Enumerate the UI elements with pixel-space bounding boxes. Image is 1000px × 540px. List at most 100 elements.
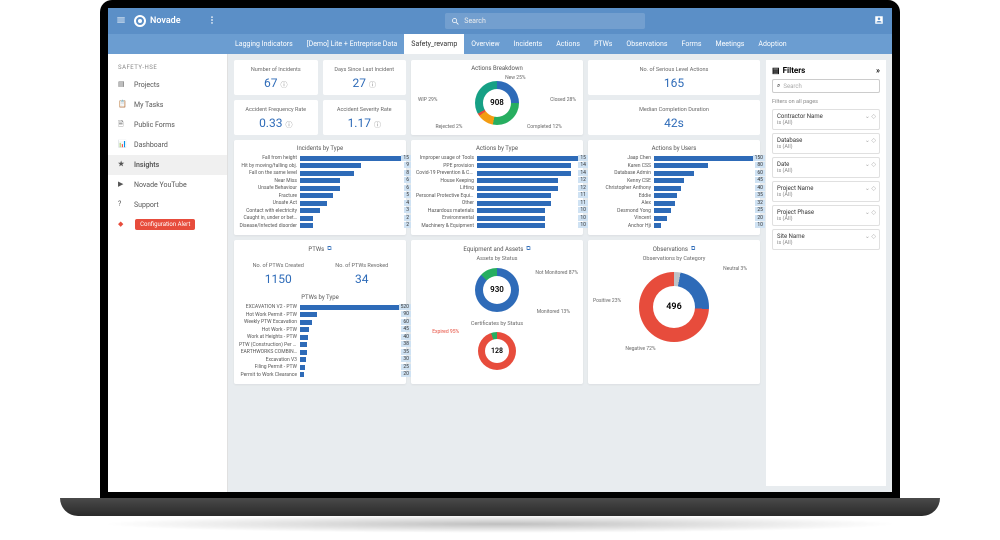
tab-ptws[interactable]: PTWs	[587, 34, 619, 54]
bar-row: Improper usage of Tools15	[416, 155, 578, 161]
folder-icon: ▤	[118, 80, 128, 90]
seg-pos: Positive 23%	[593, 298, 621, 304]
chevron-down-icon[interactable]: ⌄	[865, 185, 870, 192]
clear-icon[interactable]: ◇	[871, 233, 876, 240]
bar-row: EARTHWORKS COMBIN…35	[239, 349, 401, 355]
sidebar-item-projects[interactable]: ▤Projects	[108, 75, 227, 95]
kpi-label: Days Since Last Incident	[327, 64, 403, 76]
tab-forms[interactable]: Forms	[675, 34, 709, 54]
card-title: PTWs⧉	[239, 245, 401, 253]
kebab-icon[interactable]	[207, 15, 217, 27]
tab-overview[interactable]: Overview	[464, 34, 506, 54]
tab-observations[interactable]: Observations	[619, 34, 674, 54]
form-icon: 🗎	[118, 120, 128, 130]
filters-note: Filters on all pages	[772, 99, 880, 105]
filter-contractor-name[interactable]: Contractor Nameis (All)⌄ ◇	[772, 109, 880, 130]
chevron-down-icon[interactable]: ⌄	[865, 137, 870, 144]
actions-breakdown-card: Actions Breakdown 908 New 25% Closed 28%…	[411, 60, 583, 135]
tab-actions[interactable]: Actions	[549, 34, 587, 54]
sidebar-item-support[interactable]: ?Support	[108, 195, 227, 215]
sidebar-item-public-forms[interactable]: 🗎Public Forms	[108, 115, 227, 135]
card-title: PTWs by Type	[239, 294, 401, 301]
search-icon	[451, 17, 460, 26]
bar-row: Disease/Infected disorder2	[239, 223, 401, 229]
chevron-down-icon[interactable]: ⌄	[865, 161, 870, 168]
sidebar-item-insights[interactable]: ★Insights	[108, 155, 227, 175]
bar-row: PTW (Construction) Per H…38	[239, 342, 401, 348]
filter-date[interactable]: Dateis (All)⌄ ◇	[772, 157, 880, 178]
card-title: Actions by Type	[416, 145, 578, 152]
filters-panel: ▤Filters» ⌕Search Filters on all pages C…	[766, 60, 886, 486]
expand-icon[interactable]: ⧉	[691, 245, 695, 253]
bar-row: Fracture5	[239, 193, 401, 199]
assets-donut: 930	[475, 268, 519, 312]
donut-center: 908	[483, 89, 511, 117]
expand-icon[interactable]: ⧉	[526, 245, 530, 253]
filter-search-input[interactable]: ⌕Search	[772, 79, 880, 93]
filters-heading: ▤Filters»	[772, 66, 880, 75]
chevron-down-icon[interactable]: ⌄	[865, 233, 870, 240]
search-input[interactable]: Search	[445, 13, 645, 29]
donut-center: 496	[653, 286, 695, 328]
chevron-down-icon[interactable]: ⌄	[865, 209, 870, 216]
tab-adoption[interactable]: Adoption	[751, 34, 793, 54]
kpi-value: 27 ⓘ	[327, 76, 403, 90]
filter-project-phase[interactable]: Project Phaseis (All)⌄ ◇	[772, 205, 880, 226]
clip-icon: 📋	[118, 100, 128, 110]
bar-row: Hazardous materials10	[416, 208, 578, 214]
kpi-value: 165	[592, 76, 756, 90]
yt-icon: ▶	[118, 180, 128, 190]
chart-icon: 📊	[118, 140, 128, 150]
clear-icon[interactable]: ◇	[871, 161, 876, 168]
menu-icon[interactable]	[116, 15, 126, 27]
bar-row: Work at Heights - PTW40	[239, 334, 401, 340]
bar-row: EXCAVATION V2 - PTW520	[239, 304, 401, 310]
seg-comp: Completed 12%	[527, 124, 562, 130]
chevron-down-icon[interactable]: ⌄	[865, 113, 870, 120]
tab-safety-revamp[interactable]: Safety_revamp	[404, 34, 464, 54]
seg-neg: Negative 72%	[625, 346, 655, 352]
bar-row: Unsafe Act4	[239, 200, 401, 206]
bar-row: Fall on the same level8	[239, 170, 401, 176]
clear-icon[interactable]: ◇	[871, 113, 876, 120]
kpi-value: 34	[327, 272, 398, 286]
tab--demo-lite-entreprise-data[interactable]: [Demo] Lite + Entreprise Data	[300, 34, 405, 54]
clear-icon[interactable]: ◇	[871, 209, 876, 216]
expand-icon[interactable]: ⧉	[327, 245, 331, 253]
search-placeholder: Search	[464, 17, 486, 25]
clear-icon[interactable]: ◇	[871, 137, 876, 144]
config-alert[interactable]: Configuration Alert	[135, 219, 195, 230]
bar-row: Anchor Hji10	[593, 223, 755, 229]
tab-incidents[interactable]: Incidents	[507, 34, 550, 54]
search-icon: ⌕	[777, 82, 780, 90]
bar-row: Karen CSS80	[593, 163, 755, 169]
actions-by-users-card: Actions by UsersJaap Chen150Karen CSS80D…	[588, 140, 760, 235]
filter-database[interactable]: Databaseis (All)⌄ ◇	[772, 133, 880, 154]
bar-row: Personal Protective Equipm…11	[416, 193, 578, 199]
laptop-shadow	[100, 515, 900, 533]
bar-row: PPE provision14	[416, 163, 578, 169]
filter-project-name[interactable]: Project Nameis (All)⌄ ◇	[772, 181, 880, 202]
sidebar-item-my-tasks[interactable]: 📋My Tasks	[108, 95, 227, 115]
bar-row: Machinery & Equipment10	[416, 223, 578, 229]
bar-row: Jaap Chen150	[593, 155, 755, 161]
top-bar: Novade Search	[108, 8, 892, 34]
clear-icon[interactable]: ◇	[871, 185, 876, 192]
bar-row: Vincent20	[593, 215, 755, 221]
bar-row: Environmental10	[416, 215, 578, 221]
card-title: Actions Breakdown	[416, 65, 578, 72]
sidebar-item-dashboard[interactable]: 📊Dashboard	[108, 135, 227, 155]
bar-row: Unsafe Behaviour6	[239, 185, 401, 191]
filter-site-name[interactable]: Site Nameis (All)⌄ ◇	[772, 229, 880, 250]
tab-lagging-indicators[interactable]: Lagging Indicators	[228, 34, 300, 54]
sidebar-item-novade-youtube[interactable]: ▶Novade YouTube	[108, 175, 227, 195]
account-icon[interactable]	[874, 15, 884, 27]
bar-row: House Keeping12	[416, 178, 578, 184]
bar-row: Kenny CSE45	[593, 178, 755, 184]
kpi-label: Median Completion Duration	[592, 104, 756, 116]
tab-meetings[interactable]: Meetings	[708, 34, 751, 54]
bar-row: Hit by moving/falling obj.9	[239, 163, 401, 169]
kpi-label: Number of Incidents	[238, 64, 314, 76]
collapse-icon[interactable]: »	[876, 66, 880, 75]
bar-row: Contact with electricity3	[239, 208, 401, 214]
